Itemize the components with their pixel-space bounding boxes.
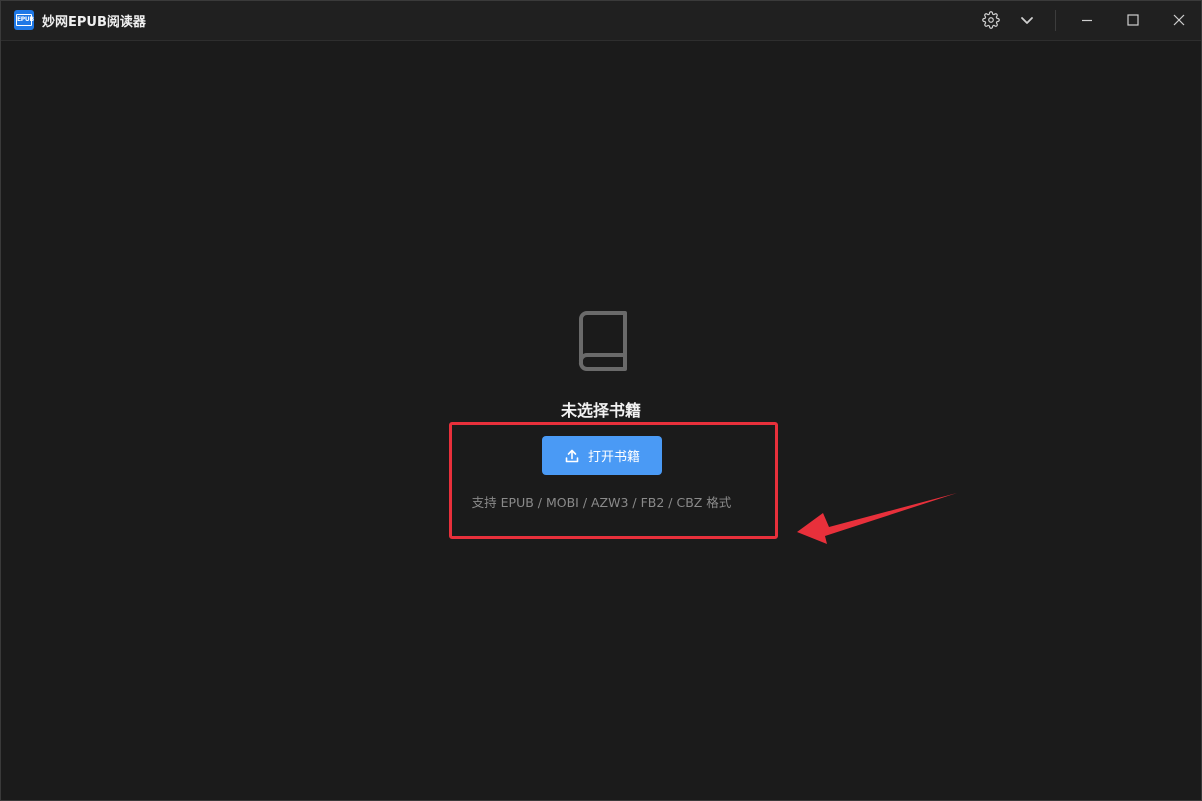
supported-formats-hint: 支持 EPUB / MOBI / AZW3 / FB2 / CBZ 格式	[471, 495, 732, 510]
chevron-down-icon	[1021, 17, 1033, 24]
app-window: EPUB 妙网EPUB阅读器 未选择书籍 打开书籍 支持 EPUB / MOBI…	[0, 0, 1202, 801]
title-bar[interactable]: EPUB 妙网EPUB阅读器	[1, 1, 1201, 41]
open-book-button-label: 打开书籍	[587, 450, 640, 465]
book-icon	[578, 311, 627, 371]
empty-state-title: 未选择书籍	[560, 401, 641, 420]
app-title: 妙网EPUB阅读器	[42, 15, 146, 30]
open-book-button[interactable]: 打开书籍	[542, 436, 662, 475]
settings-button[interactable]	[980, 9, 1002, 31]
annotation-arrow-icon	[797, 493, 957, 544]
titlebar-divider	[1055, 10, 1056, 31]
main-content: 未选择书籍 打开书籍 支持 EPUB / MOBI / AZW3 / FB2 /…	[1, 41, 1201, 800]
maximize-icon	[1127, 14, 1139, 26]
gear-icon	[982, 11, 1000, 29]
menu-dropdown-button[interactable]	[1016, 9, 1038, 31]
app-logo-icon: EPUB	[14, 10, 34, 30]
maximize-button[interactable]	[1122, 9, 1144, 31]
close-icon	[1173, 14, 1185, 26]
minimize-button[interactable]	[1076, 9, 1098, 31]
app-logo-text: EPUB	[16, 14, 34, 26]
minimize-icon	[1082, 19, 1092, 22]
close-button[interactable]	[1168, 9, 1190, 31]
upload-icon	[565, 449, 579, 462]
